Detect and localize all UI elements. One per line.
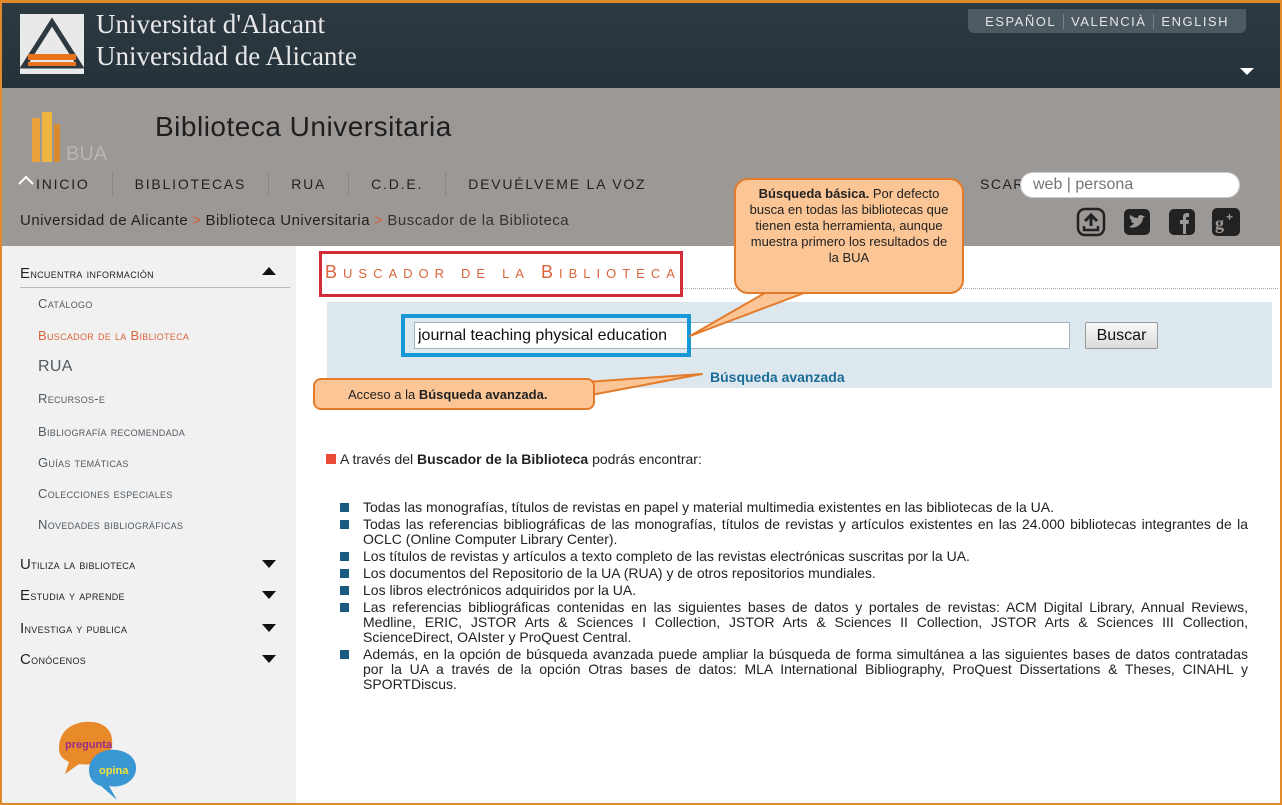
nav-bibliotecas[interactable]: BIBLIOTECAS [111, 172, 269, 196]
list-item-text: Los documentos del Repositorio de la UA … [363, 565, 876, 581]
callout-basic-search: Búsqueda básica. Por defecto busca en to… [734, 178, 964, 294]
caret-down-icon[interactable] [262, 560, 276, 568]
advanced-search-link[interactable]: Búsqueda avanzada [710, 369, 845, 385]
breadcrumb-current: Buscador de la Biblioteca [387, 212, 570, 229]
bua-logo[interactable]: BUA [30, 110, 120, 162]
twitter-icon[interactable] [1121, 206, 1153, 238]
lang-espanol[interactable]: ESPAÑOL [978, 14, 1063, 29]
page-title: Buscador de la Biblioteca [325, 262, 681, 282]
callout-advanced-search-bold: Búsqueda avanzada. [418, 387, 548, 402]
svg-text:g: g [1215, 213, 1224, 233]
list-item: Los documentos del Repositorio de la UA … [340, 566, 1248, 581]
breadcrumb: Universidad de Alicante > Biblioteca Unive… [20, 212, 569, 229]
square-bullet-icon [340, 503, 349, 512]
home-icon [18, 176, 34, 185]
badge-opina-text: opina [99, 765, 129, 777]
square-bullet-icon [340, 586, 349, 595]
upload-icon[interactable] [1075, 206, 1107, 238]
sidebar-section-estudia-y-aprende[interactable]: Estudia y aprende [20, 587, 125, 604]
features-list: Todas las monografías, títulos de revist… [340, 500, 1248, 694]
list-item: Las referencias bibliográficas contenida… [340, 600, 1248, 645]
square-bullet-icon [340, 650, 349, 659]
callout-advanced-search-text: Acceso a la [348, 387, 419, 402]
search-button[interactable]: Buscar [1085, 322, 1158, 349]
facebook-icon[interactable] [1166, 206, 1198, 238]
university-name-line2: Universidad de Alicante [96, 41, 357, 71]
svg-text:+: + [1226, 210, 1233, 224]
nav-devuelveme-la-voz[interactable]: DEVUÉLVEME LA VOZ [445, 172, 668, 196]
square-bullet-icon [340, 603, 349, 612]
sidebar-item-rua[interactable]: RUA [38, 358, 73, 376]
list-item-text: Los libros electrónicos adquiridos por l… [363, 582, 637, 598]
breadcrumb-separator: > [192, 212, 202, 229]
square-bullet-icon [340, 552, 349, 561]
sidebar-item-guias-tematicas[interactable]: Guías temáticas [38, 455, 129, 470]
site-search-label: SCAR [980, 176, 1025, 192]
nav-inicio[interactable]: INICIO [14, 172, 112, 196]
nav-rua[interactable]: RUA [268, 172, 348, 196]
sidebar-section-conocenos[interactable]: Conócenos [20, 651, 86, 668]
library-title: Biblioteca Universitaria [155, 111, 452, 142]
list-item-text: Las referencias bibliográficas contenida… [363, 599, 1248, 645]
query-highlight-box [401, 314, 691, 357]
callout-basic-search-bold: Búsqueda básica. [758, 186, 870, 201]
language-switcher: ESPAÑOL VALENCIÀ ENGLISH [968, 9, 1246, 33]
sidebar-item-buscador[interactable]: Buscador de la Biblioteca [38, 328, 189, 343]
nav-cde[interactable]: C.D.E. [348, 172, 445, 196]
list-item: Todas las referencias bibliográficas de … [340, 517, 1248, 547]
intro-bold: Buscador de la Biblioteca [417, 451, 589, 467]
badge-pregunta-text: pregunta [65, 739, 113, 751]
bua-logo-text: BUA [66, 143, 108, 162]
list-item-text: Todas las monografías, títulos de revist… [363, 499, 1055, 515]
list-item-text: Todas las referencias bibliográficas de … [363, 516, 1248, 547]
lang-valencia[interactable]: VALENCIÀ [1063, 13, 1153, 29]
lang-english[interactable]: ENGLISH [1153, 13, 1236, 29]
site-search-input[interactable] [1020, 172, 1240, 198]
university-logo[interactable] [20, 14, 84, 74]
sidebar-item-bibliografia-recomendada[interactable]: Bibliografía recomendada [38, 424, 185, 439]
pregunta-opina-badge[interactable]: pregunta opina [55, 718, 165, 803]
sidebar-item-novedades-bibliograficas[interactable]: Novedades bibliográficas [38, 517, 183, 532]
caret-down-icon[interactable] [1240, 68, 1254, 75]
caret-down-icon[interactable] [262, 591, 276, 599]
list-item: Los títulos de revistas y artículos a te… [340, 549, 1248, 564]
university-name-line1: Universitat d'Alacant [96, 9, 326, 39]
sidebar-section-encuentra-informacion[interactable]: Encuentra información [20, 265, 154, 282]
nav-inicio-label: INICIO [36, 176, 90, 192]
sidebar-item-catalogo[interactable]: Catálogo [38, 296, 93, 311]
callout-advanced-search: Acceso a la Búsqueda avanzada. [313, 378, 595, 410]
sidebar-divider [20, 287, 290, 288]
list-item-text: Los títulos de revistas y artículos a te… [363, 548, 970, 564]
breadcrumb-university[interactable]: Universidad de Alicante [20, 212, 188, 229]
intro-pre: A través del [340, 451, 418, 467]
breadcrumb-separator: > [374, 212, 384, 229]
sidebar-section-investiga-y-publica[interactable]: Investiga y publica [20, 620, 127, 637]
intro-text: A través del Buscador de la Biblioteca p… [326, 451, 702, 467]
intro-post: podrás encontrar: [588, 451, 702, 467]
caret-down-icon[interactable] [262, 624, 276, 632]
university-name[interactable]: Universitat d'Alacant Universidad de Ali… [96, 8, 357, 72]
list-item: Además, en la opción de búsqueda avanzad… [340, 647, 1248, 692]
square-bullet-icon [340, 520, 349, 529]
caret-up-icon[interactable] [262, 267, 276, 275]
sidebar-item-recursos-e[interactable]: Recursos-e [38, 391, 105, 406]
list-item: Todas las monografías, títulos de revist… [340, 500, 1248, 515]
sidebar-item-colecciones-especiales[interactable]: Colecciones especiales [38, 486, 173, 501]
googleplus-icon[interactable]: g + [1210, 206, 1242, 238]
square-bullet-icon [326, 454, 336, 464]
sidebar-section-utiliza-la-biblioteca[interactable]: Utiliza la biblioteca [20, 556, 135, 573]
list-item: Los libros electrónicos adquiridos por l… [340, 583, 1248, 598]
square-bullet-icon [340, 569, 349, 578]
breadcrumb-library[interactable]: Biblioteca Universitaria [206, 212, 371, 229]
main-nav: INICIO BIBLIOTECAS RUA C.D.E. DEVUÉLVEME… [14, 172, 668, 196]
caret-down-icon[interactable] [262, 655, 276, 663]
list-item-text: Además, en la opción de búsqueda avanzad… [363, 646, 1248, 692]
